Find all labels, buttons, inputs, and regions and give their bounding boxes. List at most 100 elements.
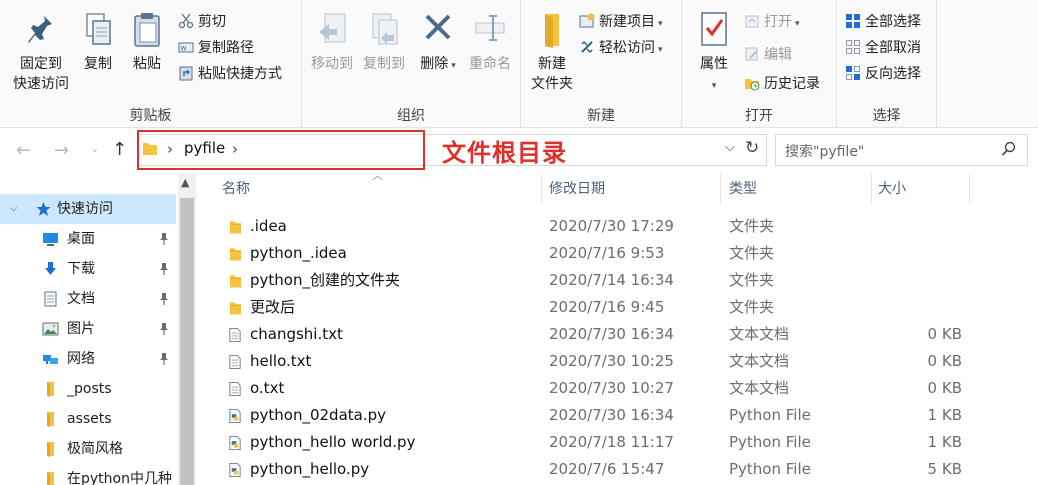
move-to-button[interactable]: 移动到 (306, 10, 358, 74)
open-button[interactable]: 打开 ▾ (744, 11, 800, 33)
nav-item[interactable]: 极简风格 (0, 434, 176, 464)
document-icon (44, 291, 57, 307)
text-file-icon (229, 382, 241, 396)
properties-button[interactable]: 属性 ▾ (690, 10, 738, 96)
new-folder-label-2: 文件夹 (531, 76, 573, 92)
column-header-type[interactable]: 类型 (729, 174, 872, 204)
rename-button[interactable]: 重命名 (464, 10, 516, 74)
pin-icon[interactable] (158, 352, 170, 366)
open-icon (745, 15, 759, 28)
open-group: 属性 ▾ 打开 ▾ 编辑 历史记录 打开 (682, 0, 837, 128)
up-arrow-icon[interactable]: ↑ (112, 139, 127, 160)
select-none-icon (846, 40, 860, 54)
easy-access-button[interactable]: 轻松访问 ▾ (579, 37, 663, 59)
navigation-scrollbar[interactable]: ▲ (178, 174, 196, 485)
refresh-icon[interactable]: ↻ (745, 138, 759, 158)
file-type: Python File (729, 460, 811, 478)
file-row[interactable]: .idea 2020/7/30 17:29 文件夹 (220, 213, 980, 240)
copy-to-button[interactable]: 复制到 (358, 10, 410, 74)
column-header-name[interactable]: 名称 (222, 174, 542, 204)
file-modified: 2020/7/6 15:47 (549, 460, 665, 478)
star-icon (36, 202, 51, 216)
copy-path-button[interactable]: W 复制路径 (178, 37, 254, 59)
pin-icon[interactable] (158, 322, 170, 336)
nav-item-label: 文档 (67, 291, 95, 307)
file-row[interactable]: o.txt 2020/7/30 10:27 文本文档 0 KB (220, 375, 980, 402)
invert-selection-button[interactable]: 反向选择 (845, 63, 921, 85)
nav-item[interactable]: 网络 (0, 344, 176, 374)
new-item-label: 新建项目 (599, 14, 655, 30)
file-name: python_.idea (250, 244, 347, 262)
select-all-icon (846, 14, 860, 28)
nav-item[interactable]: 文档 (0, 284, 176, 314)
nav-item[interactable]: assets (0, 404, 176, 434)
edit-button[interactable]: 编辑 (744, 44, 792, 66)
history-icon (745, 79, 760, 91)
nav-item[interactable]: 图片 (0, 314, 176, 344)
pin-icon[interactable] (158, 232, 170, 246)
search-input[interactable]: 搜索"pyfile" (785, 141, 864, 161)
network-icon (43, 355, 58, 364)
folder-icon (229, 221, 242, 234)
new-folder-button[interactable]: 新建 文件夹 (525, 10, 579, 94)
forward-arrow-icon[interactable]: → (54, 140, 69, 161)
file-row[interactable]: python_hello.py 2020/7/6 15:47 Python File… (220, 456, 980, 483)
pin-icon[interactable] (158, 292, 170, 306)
file-row[interactable]: python_hello world.py 2020/7/18 11:17 Pyth… (220, 429, 980, 456)
search-icon[interactable] (1001, 141, 1017, 157)
properties-icon (701, 12, 727, 46)
scroll-up-arrow-icon[interactable]: ▲ (181, 176, 189, 189)
desktop-icon (43, 233, 58, 246)
paste-shortcut-icon (179, 66, 193, 81)
history-button[interactable]: 历史记录 (744, 73, 820, 95)
select-none-button[interactable]: 全部取消 (845, 37, 921, 59)
easy-access-dropdown-icon[interactable]: ▾ (658, 45, 663, 55)
file-modified: 2020/7/30 10:25 (549, 352, 674, 370)
nav-item[interactable]: 桌面 (0, 224, 176, 254)
paste-button[interactable]: 粘贴 (126, 10, 168, 74)
properties-label: 属性 (700, 56, 728, 72)
column-header-size[interactable]: 大小 (878, 174, 970, 204)
nav-quick-access[interactable]: ⌵ 快速访问 (0, 194, 176, 224)
select-all-button[interactable]: 全部选择 (845, 11, 921, 33)
cut-button[interactable]: 剪切 (178, 11, 226, 33)
file-row[interactable]: python_02data.py 2020/7/30 16:34 Python Fi… (220, 402, 980, 429)
recent-dropdown-icon[interactable]: ⌄ (90, 142, 99, 155)
nav-item[interactable]: 下载 (0, 254, 176, 284)
easy-access-icon (581, 40, 593, 54)
file-name: python_创建的文件夹 (250, 271, 400, 289)
back-arrow-icon[interactable]: ← (16, 140, 31, 161)
scrollbar-thumb[interactable] (180, 198, 194, 485)
new-item-dropdown-icon[interactable]: ▾ (658, 19, 663, 29)
nav-item-label: 桌面 (67, 231, 95, 247)
column-header-modified[interactable]: 修改日期 (549, 174, 721, 204)
breadcrumb-pyfile[interactable]: pyfile (184, 139, 225, 157)
file-type: 文本文档 (729, 325, 790, 343)
delete-button[interactable]: 删除 ▾ (418, 10, 458, 76)
file-row[interactable]: changshi.txt 2020/7/30 16:34 文本文档 0 KB (220, 321, 980, 348)
breadcrumb-chevron-icon[interactable]: › (232, 140, 238, 158)
history-label: 历史记录 (764, 76, 820, 92)
paste-icon (134, 13, 160, 47)
pin-quick-access-button[interactable]: 固定到 快速访问 (8, 10, 74, 94)
paste-shortcut-button[interactable]: 粘贴快捷方式 (178, 63, 282, 85)
nav-item[interactable]: 在python中几种 (0, 464, 176, 485)
breadcrumb-separator-icon[interactable]: › (167, 140, 173, 158)
folder-icon (229, 248, 242, 261)
properties-dropdown-icon[interactable]: ▾ (712, 81, 717, 91)
copy-button[interactable]: 复制 (78, 10, 118, 74)
file-row[interactable]: python_.idea 2020/7/16 9:53 文件夹 (220, 240, 980, 267)
file-row[interactable]: hello.txt 2020/7/30 10:25 文本文档 0 KB (220, 348, 980, 375)
address-dropdown-icon[interactable]: ⌵ (725, 140, 735, 155)
file-row[interactable]: python_创建的文件夹 2020/7/14 16:34 文件夹 (220, 267, 980, 294)
collapse-chevron-icon[interactable]: ⌵ (10, 194, 18, 224)
delete-dropdown-icon[interactable]: ▾ (451, 61, 456, 71)
file-row[interactable]: 更改后 2020/7/16 9:45 文件夹 (220, 294, 980, 321)
new-folder-icon (545, 14, 559, 48)
pin-icon[interactable] (158, 262, 170, 276)
file-size: 1 KB (927, 433, 962, 451)
new-item-button[interactable]: 新建项目 ▾ (579, 11, 663, 33)
copy-path-label: 复制路径 (198, 40, 254, 56)
nav-item[interactable]: _posts (0, 374, 176, 404)
open-dropdown-icon[interactable]: ▾ (795, 19, 800, 29)
